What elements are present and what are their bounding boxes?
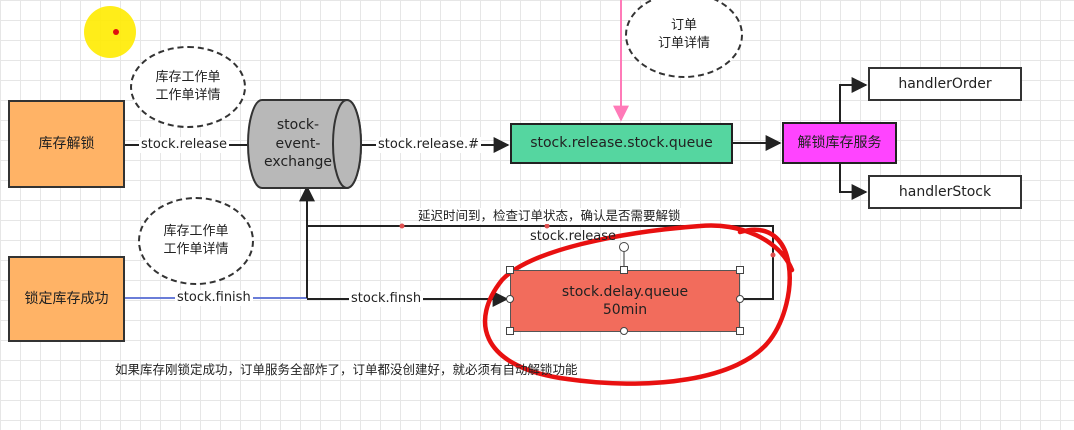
rotate-handle[interactable] bbox=[619, 242, 629, 252]
edge-label-stock-release: stock.release bbox=[139, 137, 230, 153]
resize-handle-tm[interactable] bbox=[620, 266, 628, 274]
delay-queue-node[interactable]: stock.delay.queue 50min bbox=[510, 270, 740, 332]
resize-handle-br[interactable] bbox=[736, 327, 744, 335]
handler-stock-node[interactable]: handlerStock bbox=[868, 175, 1022, 209]
edge-to-handler-stock bbox=[839, 164, 868, 200]
stock-work-order-ellipse-bottom: 库存工作单 工作单详情 bbox=[138, 197, 254, 285]
resize-handle-mr[interactable] bbox=[736, 295, 744, 303]
edge-label-stock-release-hash: stock.release.# bbox=[376, 137, 482, 153]
stock-work-order-ellipse-top: 库存工作单 工作单详情 bbox=[130, 46, 246, 128]
resize-handle-bl[interactable] bbox=[506, 327, 514, 335]
edge-label-stock-finsh: stock.finsh bbox=[349, 291, 424, 307]
exchange-label: stock- event- exchange bbox=[264, 116, 332, 171]
edge-to-handler-order bbox=[839, 77, 868, 122]
auto-unlock-note: 如果库存刚锁定成功，订单服务全部炸了，订单都没创建好，就必须有自动解锁功能 bbox=[115, 362, 578, 377]
cursor-highlight bbox=[84, 6, 136, 58]
release-queue-node[interactable]: stock.release.stock.queue bbox=[510, 123, 733, 164]
lock-success-node[interactable]: 锁定库存成功 bbox=[8, 256, 125, 342]
handler-order-node[interactable]: handlerOrder bbox=[868, 67, 1022, 101]
stock-unlock-node[interactable]: 库存解锁 bbox=[8, 100, 125, 188]
resize-handle-tl[interactable] bbox=[506, 266, 514, 274]
cursor-dot bbox=[113, 29, 119, 35]
delay-check-note: 延迟时间到，检查订单状态，确认是否需要解锁 bbox=[418, 208, 681, 224]
resize-handle-bm[interactable] bbox=[620, 327, 628, 335]
edge-label-delay-release: stock.release bbox=[530, 229, 617, 244]
resize-handle-tr[interactable] bbox=[736, 266, 744, 274]
edge-label-stock-finish: stock.finish bbox=[175, 290, 253, 306]
resize-handle-ml[interactable] bbox=[506, 295, 514, 303]
unlock-service-node[interactable]: 解锁库存服务 bbox=[782, 122, 897, 164]
